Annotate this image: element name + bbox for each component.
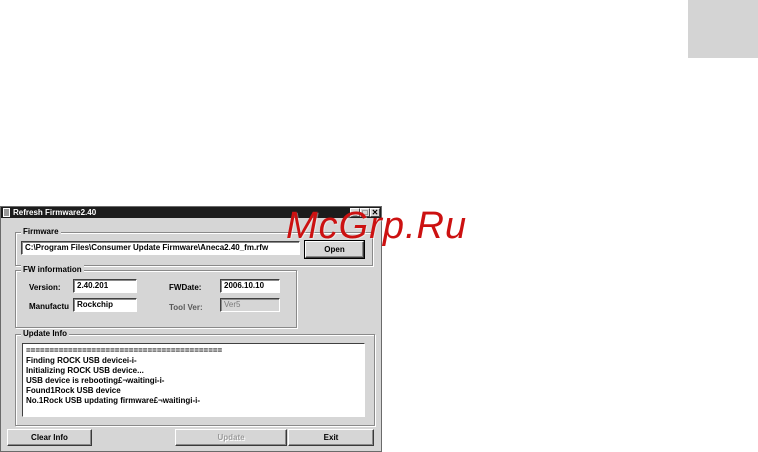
close-button[interactable]: ✕ (370, 208, 380, 217)
window-title: Refresh Firmware2.40 (13, 208, 97, 217)
toolver-field: Ver5 (220, 298, 280, 312)
toolver-label: Tool Ver: (169, 303, 203, 312)
maximize-button[interactable]: □ (360, 208, 370, 217)
firmware-path-field[interactable]: C:\Program Files\Consumer Update Firmwar… (21, 241, 300, 255)
update-info-legend: Update Info (21, 329, 69, 339)
firmware-legend: Firmware (21, 227, 61, 237)
fw-information-legend: FW information (21, 265, 84, 275)
fwdate-label: FWDate: (169, 283, 202, 292)
fwdate-field[interactable]: 2006.10.10 (220, 279, 280, 293)
refresh-firmware-window: Refresh Firmware2.40 _ □ ✕ Firmware C:\P… (0, 206, 382, 452)
log-line: Initializing ROCK USB device... (26, 366, 144, 375)
log-line: No.1Rock USB updating firmware£¬waitingi… (26, 396, 201, 405)
clear-info-button[interactable]: Clear Info (7, 429, 92, 446)
exit-button[interactable]: Exit (288, 429, 374, 446)
log-line: Finding ROCK USB devicei-i- (26, 356, 137, 365)
log-line: USB device is rebooting£¬waitingi-i- (26, 376, 165, 385)
manufacturer-field[interactable]: Rockchip (73, 298, 137, 312)
version-field[interactable]: 2.40.201 (73, 279, 137, 293)
log-line: ========================================… (26, 346, 223, 355)
update-button[interactable]: Update (175, 429, 287, 446)
title-bar[interactable]: Refresh Firmware2.40 _ □ ✕ (1, 207, 381, 218)
page-corner-tab (688, 0, 758, 58)
version-label: Version: (29, 283, 61, 292)
update-info-log[interactable]: ========================================… (22, 343, 365, 417)
manufacturer-label: Manufactu (29, 302, 69, 311)
log-line: Found1Rock USB device (26, 386, 121, 395)
app-icon (3, 208, 10, 217)
open-button[interactable]: Open (304, 240, 365, 259)
minimize-button[interactable]: _ (350, 208, 360, 217)
